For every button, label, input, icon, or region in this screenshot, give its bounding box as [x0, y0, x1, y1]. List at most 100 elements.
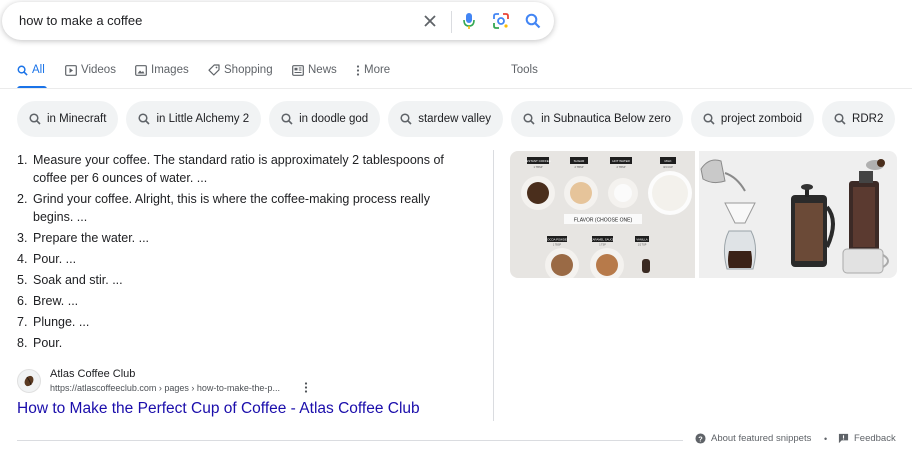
more-options-icon[interactable]: [304, 382, 308, 396]
step-number: 1.: [17, 153, 28, 167]
chip-label: stardew valley: [418, 113, 492, 125]
tab-news[interactable]: News: [292, 64, 337, 76]
step-text: Pour.: [33, 336, 63, 350]
label-cocoa-powder: COCOA POWDER: [545, 238, 568, 242]
label-vanilla: VANILLA: [636, 238, 647, 242]
step-text: Plunge. ...: [33, 315, 90, 329]
coffee-bean-icon: [24, 375, 34, 387]
chip-project-zomboid[interactable]: project zomboid: [690, 101, 815, 137]
label-sugar-qty: 2 TBSP: [575, 165, 584, 169]
tab-label: Videos: [81, 64, 116, 76]
chip-label: in doodle god: [299, 113, 369, 125]
step-number: 7.: [17, 315, 28, 329]
label-milk-qty: 3/4 CUP: [663, 165, 673, 169]
site-favicon[interactable]: [17, 369, 41, 393]
result-title-link[interactable]: How to Make the Perfect Cup of Coffee - …: [17, 400, 420, 418]
step-text: Brew. ...: [33, 294, 79, 308]
coffee-ingredients-image[interactable]: INSTANT COFFEE SUGAR HOT WATER MILK 1 TB…: [510, 151, 695, 278]
label-cocoa-qty: 1 TBSP: [553, 244, 562, 247]
tab-label: Images: [151, 64, 189, 76]
list-item: 8. Pour.: [17, 334, 472, 352]
step-text: Pour. ...: [33, 252, 77, 266]
coffee-brewing-image[interactable]: [699, 151, 897, 278]
chip-label: in Minecraft: [47, 113, 107, 125]
search-icon: [138, 113, 151, 125]
chip-label: project zomboid: [720, 113, 803, 125]
flavor-label: FLAVOR (CHOOSE ONE): [574, 218, 633, 224]
search-icon: [834, 113, 846, 125]
chip-label: RDR2: [852, 113, 884, 125]
camera-lens-icon[interactable]: [491, 11, 511, 31]
site-name[interactable]: Atlas Coffee Club: [50, 368, 135, 380]
label-instant-coffee: INSTANT COFFEE: [525, 159, 551, 163]
step-text: Prepare the water. ...: [33, 231, 150, 245]
step-number: 2.: [17, 192, 28, 206]
step-number: 8.: [17, 336, 28, 350]
tab-all[interactable]: All: [17, 64, 45, 76]
search-tabs: All Videos Images Shopping News More Too…: [0, 60, 912, 89]
more-vertical-icon: [356, 64, 360, 76]
feedback-label: Feedback: [854, 433, 896, 444]
step-number: 4.: [17, 252, 28, 266]
label-milk: MILK: [664, 159, 671, 163]
step-text: Soak and stir. ...: [33, 273, 123, 287]
clear-icon[interactable]: [420, 11, 440, 31]
label-hot-water-qty: 2 TBSP: [617, 165, 626, 169]
tabs-divider: [0, 88, 912, 89]
tag-icon: [208, 64, 220, 76]
list-item: 3. Prepare the water. ...: [17, 229, 472, 247]
chip-in-little-alchemy-2[interactable]: in Little Alchemy 2: [126, 101, 262, 137]
site-url[interactable]: https://atlascoffeeclub.com › pages › ho…: [50, 383, 280, 393]
search-bar[interactable]: how to make a coffee: [2, 2, 554, 40]
list-item: 5. Soak and stir. ...: [17, 271, 472, 289]
search-input[interactable]: how to make a coffee: [19, 13, 142, 28]
tools-button[interactable]: Tools: [511, 64, 538, 76]
search-icon: [523, 113, 535, 125]
chip-stardew-valley[interactable]: stardew valley: [388, 101, 504, 137]
tab-shopping[interactable]: Shopping: [208, 64, 273, 76]
step-number: 3.: [17, 231, 28, 245]
label-vanilla-qty: 1/2 TSP: [638, 244, 647, 247]
chip-in-minecraft[interactable]: in Minecraft: [17, 101, 119, 137]
step-number: 6.: [17, 294, 28, 308]
about-label: About featured snippets: [711, 433, 812, 444]
chip-label: in Subnautica Below zero: [541, 113, 671, 125]
microphone-icon[interactable]: [459, 11, 479, 31]
bottom-divider: [17, 440, 683, 441]
feedback-icon: [838, 433, 849, 444]
tab-more[interactable]: More: [356, 64, 390, 76]
search-icon: [17, 65, 28, 76]
search-icon: [29, 113, 41, 125]
list-item: 6. Brew. ...: [17, 292, 472, 310]
about-featured-snippets[interactable]: ? About featured snippets: [695, 433, 811, 444]
list-item: 1. Measure your coffee. The standard rati…: [17, 151, 472, 187]
tab-videos[interactable]: Videos: [65, 64, 116, 76]
tools-label: Tools: [511, 64, 538, 76]
chip-rdr2[interactable]: RDR2: [822, 101, 896, 137]
search-icon[interactable]: [523, 11, 543, 31]
step-text: Measure your coffee. The standard ratio …: [33, 153, 444, 185]
label-hot-water: HOT WATER: [612, 159, 630, 163]
search-icon: [703, 113, 715, 125]
label-instant-coffee-qty: 1 TBSP: [534, 165, 543, 169]
tab-label: News: [308, 64, 337, 76]
tab-label: Shopping: [224, 64, 273, 76]
chip-in-subnautica-below-zero[interactable]: in Subnautica Below zero: [511, 101, 683, 137]
play-icon: [65, 64, 77, 76]
feedback-link[interactable]: Feedback: [838, 433, 896, 444]
label-sugar: SUGAR: [574, 159, 586, 163]
searchbar-divider: [451, 11, 452, 33]
tab-images[interactable]: Images: [135, 64, 189, 76]
step-text: Grind your coffee. Alright, this is wher…: [33, 192, 430, 224]
featured-snippet-list: 1. Measure your coffee. The standard rati…: [17, 151, 472, 355]
step-number: 5.: [17, 273, 28, 287]
svg-text:?: ?: [698, 434, 703, 443]
label-caramel-sauce: CARAMEL SAUCE: [591, 238, 615, 242]
tab-label: All: [32, 64, 45, 76]
footer-separator: •: [824, 434, 828, 444]
chip-in-doodle-god[interactable]: in doodle god: [269, 101, 381, 137]
search-icon: [400, 113, 412, 125]
chip-label: in Little Alchemy 2: [156, 113, 250, 125]
list-item: 4. Pour. ...: [17, 250, 472, 268]
list-item: 7. Plunge. ...: [17, 313, 472, 331]
